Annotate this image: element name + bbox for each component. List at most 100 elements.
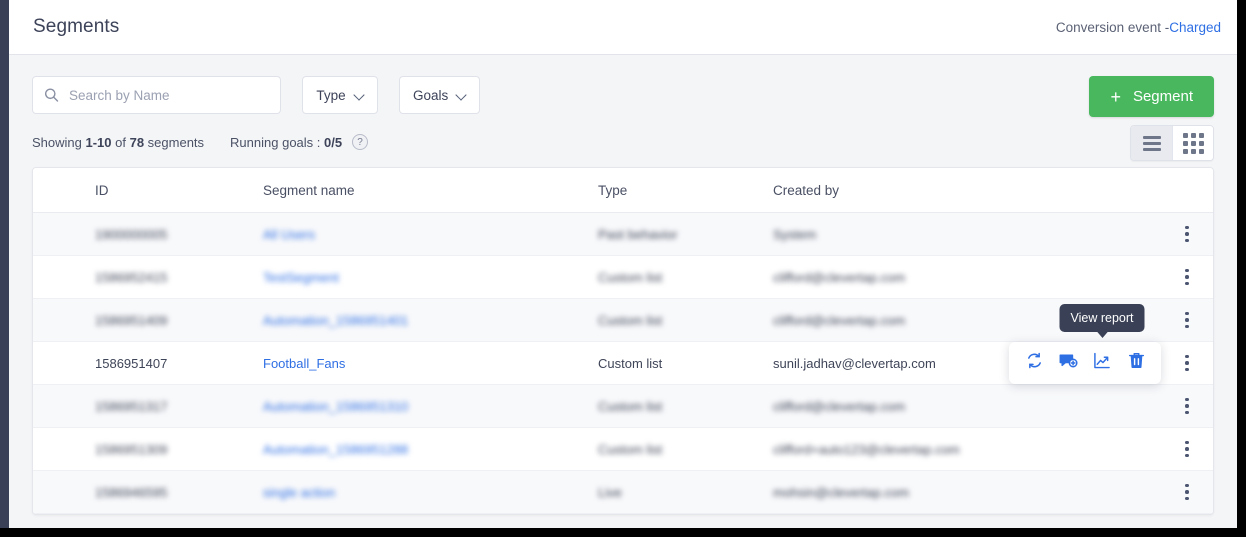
list-view-button[interactable] — [1131, 126, 1172, 160]
showing-range: 1-10 — [85, 134, 112, 150]
help-icon[interactable]: ? — [352, 134, 369, 150]
refresh-segment-action-wrap — [1019, 348, 1049, 378]
cell-segment-name: TestSegment — [263, 270, 598, 285]
segments-table: ID Segment name Type Created by 19000000… — [32, 167, 1214, 515]
cell-type: Custom list — [598, 441, 663, 457]
cell-created-by: clifford@clevertap.com — [773, 398, 906, 414]
kebab-menu-icon[interactable] — [1181, 394, 1193, 419]
table-row[interactable]: 1586952415 TestSegment Custom list clifford… — [33, 256, 1213, 299]
cell-actions — [1161, 308, 1213, 333]
grid-view-icon — [1182, 132, 1204, 154]
cell-segment-name: Automation_1586951401 — [263, 313, 598, 328]
segment-name-link[interactable]: Football_Fans — [263, 356, 345, 371]
page-header: Segments Conversion event -Charged — [9, 0, 1237, 55]
cell-created-by: mohsin@clevertap.com — [773, 484, 910, 500]
type-filter-label: Type — [316, 87, 346, 103]
cell-type: Custom list — [598, 355, 663, 371]
refresh-segment-action[interactable] — [1019, 348, 1049, 378]
segment-name-link[interactable]: Automation_1586951401 — [263, 313, 408, 328]
delete-segment-action[interactable] — [1121, 348, 1151, 378]
meta-row: Showing 1-10 of 78 segments Running goal… — [9, 114, 1237, 161]
goals-filter-label: Goals — [413, 87, 449, 103]
column-header-id: ID — [95, 182, 109, 198]
cell-segment-name: Automation_1586951288 — [263, 442, 598, 457]
view-toggle — [1130, 125, 1214, 161]
view-report-action-wrap: View report — [1059, 304, 1145, 378]
table-row[interactable]: 1586951317 Automation_1586951310 Custom li… — [33, 385, 1213, 428]
kebab-menu-icon[interactable] — [1181, 351, 1193, 376]
kebab-menu-icon[interactable] — [1181, 222, 1193, 247]
table-row[interactable]: 1586951309 Automation_1586951288 Custom li… — [33, 428, 1213, 471]
cell-id: 1586951317 — [95, 398, 168, 414]
plus-icon: + — [1110, 86, 1121, 107]
kebab-menu-icon[interactable] — [1181, 308, 1193, 333]
row-action-toolbar: View report — [1009, 304, 1161, 384]
chevron-down-icon — [355, 91, 364, 100]
cell-type: Custom list — [598, 398, 663, 414]
create-campaign-action[interactable] — [1053, 348, 1083, 378]
cell-id: 1586951309 — [95, 441, 168, 457]
running-goals: Running goals : 0/5 — [230, 135, 342, 150]
screen: Segments Conversion event -Charged Type — [0, 0, 1246, 537]
running-goals-label: Running goals : — [230, 134, 324, 150]
search-icon — [44, 88, 59, 103]
cell-created-by: clifford+auto123@clevertap.com — [773, 441, 960, 457]
cell-actions — [1161, 437, 1213, 462]
list-view-icon — [1142, 135, 1161, 151]
chevron-down-icon — [457, 91, 466, 100]
cell-id: 1586952415 — [95, 269, 168, 285]
column-header-createdby: Created by — [773, 182, 840, 198]
cell-id: 1586951407 — [95, 355, 168, 371]
segment-name-link[interactable]: Automation_1586951310 — [263, 399, 408, 414]
filter-bar: Type Goals + Segment — [9, 55, 1237, 117]
app-content: Segments Conversion event -Charged Type — [9, 0, 1237, 528]
view-report-action[interactable] — [1087, 348, 1117, 378]
cell-segment-name: single action — [263, 485, 598, 500]
chart-icon — [1092, 351, 1112, 376]
left-nav-rail — [0, 0, 9, 528]
trash-icon — [1127, 351, 1146, 375]
search-input[interactable] — [69, 82, 264, 108]
column-header-name: Segment name — [263, 182, 355, 198]
segment-name-link[interactable]: Automation_1586951288 — [263, 442, 408, 457]
table-body: 1900000005 All Users Past behavior System 15… — [33, 213, 1213, 514]
cell-type: Custom list — [598, 312, 663, 328]
table-row[interactable]: 1586946595 single action Live mohsin@clever… — [33, 471, 1213, 514]
grid-view-button[interactable] — [1172, 126, 1213, 160]
table-header-row: ID Segment name Type Created by — [33, 168, 1213, 213]
cell-actions — [1161, 480, 1213, 505]
conversion-event-label: Conversion event - — [1055, 19, 1170, 35]
cell-segment-name: All Users — [263, 227, 598, 242]
campaign-icon — [1058, 351, 1078, 376]
showing-prefix: Showing — [32, 134, 86, 150]
conversion-event: Conversion event -Charged — [1056, 20, 1221, 35]
refresh-icon — [1025, 351, 1044, 375]
kebab-menu-icon[interactable] — [1181, 265, 1193, 290]
table-row[interactable]: 1586951409 Automation_1586951401 Custom li… — [33, 299, 1213, 342]
kebab-menu-icon[interactable] — [1181, 480, 1193, 505]
cell-id: 1586951409 — [95, 312, 168, 328]
running-goals-value: 0/5 — [324, 134, 343, 150]
conversion-event-link[interactable]: Charged — [1169, 20, 1221, 35]
type-filter-dropdown[interactable]: Type — [302, 76, 378, 114]
goals-filter-dropdown[interactable]: Goals — [399, 76, 481, 114]
cell-actions — [1161, 351, 1213, 376]
search-box[interactable] — [32, 76, 281, 114]
showing-count: Showing 1-10 of 78 segments — [32, 135, 204, 150]
segment-name-link[interactable]: single action — [263, 485, 335, 500]
kebab-menu-icon[interactable] — [1181, 437, 1193, 462]
cell-type: Custom list — [598, 269, 663, 285]
segment-name-link[interactable]: TestSegment — [263, 270, 339, 285]
create-segment-button[interactable]: + Segment — [1089, 76, 1214, 117]
cell-id: 1900000005 — [95, 226, 168, 242]
cell-created-by: System — [773, 226, 817, 242]
showing-total: 78 — [129, 134, 145, 150]
window-right-edge — [1237, 0, 1246, 537]
cell-actions — [1161, 222, 1213, 247]
cell-id: 1586946595 — [95, 484, 168, 500]
segment-name-link[interactable]: All Users — [263, 227, 315, 242]
cell-segment-name: Football_Fans — [263, 356, 598, 371]
delete-segment-action-wrap — [1121, 348, 1151, 378]
table-row[interactable]: 1900000005 All Users Past behavior System — [33, 213, 1213, 256]
table-row[interactable]: 1586951407 Football_Fans Custom list sunil.… — [33, 304, 1213, 385]
